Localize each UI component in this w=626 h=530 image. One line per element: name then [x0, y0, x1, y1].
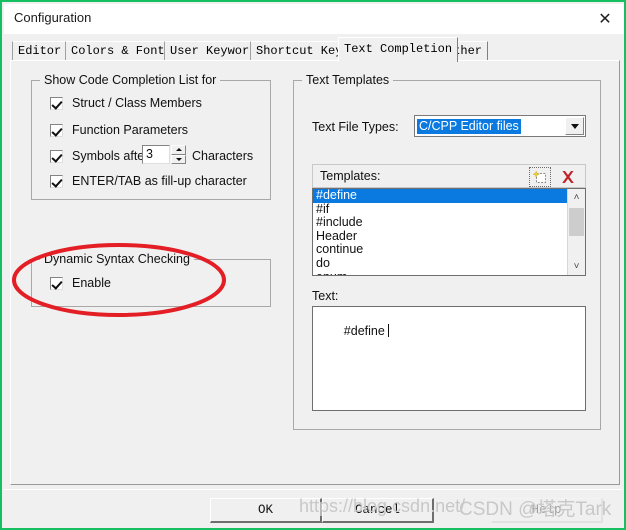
- dynamic-syntax-checking-group: Dynamic Syntax Checking Enable: [31, 252, 271, 307]
- checkbox-label: Struct / Class Members: [72, 96, 202, 110]
- chevron-up-icon: [175, 148, 182, 152]
- text-caret: [387, 324, 389, 337]
- stepper-buttons: [171, 145, 186, 164]
- templates-list-items: #define #if #include Header continue do …: [313, 189, 568, 275]
- tab-colors-fonts[interactable]: Colors & Fonts: [65, 41, 178, 61]
- text-label: Text:: [312, 289, 339, 303]
- checkbox-enable-syntax-checking[interactable]: Enable: [49, 275, 111, 291]
- tab-editor[interactable]: Editor: [12, 41, 68, 61]
- chevron-down-icon: [175, 157, 182, 161]
- text-file-types-select[interactable]: C/CPP Editor files: [414, 115, 586, 137]
- text-templates-legend: Text Templates: [302, 73, 394, 87]
- scroll-up-icon[interactable]: ˄: [568, 189, 585, 206]
- checkbox-struct-class-members[interactable]: Struct / Class Members: [49, 95, 202, 111]
- checkbox-label: ENTER/TAB as fill-up character: [72, 174, 247, 188]
- delete-template-icon[interactable]: [557, 167, 579, 187]
- checkbox-function-parameters[interactable]: Function Parameters: [49, 122, 189, 138]
- stepper-down-button[interactable]: [171, 154, 186, 164]
- list-item[interactable]: #define: [313, 189, 568, 203]
- template-text-editor[interactable]: #define: [312, 306, 586, 411]
- checkbox-box-icon[interactable]: [49, 148, 64, 164]
- tab-text-completion[interactable]: Text Completion: [338, 37, 459, 62]
- tab-strip: Editor Colors & Fonts User Keywords Shor…: [4, 34, 624, 62]
- characters-label: Characters: [192, 149, 254, 163]
- dynamic-syntax-checking-legend: Dynamic Syntax Checking: [40, 252, 194, 266]
- checkbox-symbols-after[interactable]: Symbols after: [49, 148, 149, 164]
- symbols-after-value[interactable]: 3: [142, 145, 170, 164]
- symbols-after-stepper[interactable]: 3: [142, 145, 186, 164]
- checkbox-label: Function Parameters: [72, 123, 189, 137]
- checkbox-enter-tab-fillup[interactable]: ENTER/TAB as fill-up character: [49, 173, 247, 189]
- scrollbar-thumb[interactable]: [569, 208, 584, 236]
- templates-label: Templates:: [320, 169, 381, 183]
- title-bar: Configuration ✕: [4, 4, 624, 34]
- text-file-types-label: Text File Types:: [312, 120, 399, 134]
- checkbox-label: Symbols after: [72, 149, 149, 163]
- new-template-icon[interactable]: [529, 167, 551, 187]
- list-item[interactable]: #include: [313, 216, 568, 230]
- list-item[interactable]: enum: [313, 270, 568, 275]
- template-text-value: #define: [343, 324, 385, 338]
- tab-page-text-completion: Show Code Completion List for Struct / C…: [10, 60, 620, 485]
- checkbox-box-icon[interactable]: [49, 95, 64, 111]
- templates-listbox[interactable]: #define #if #include Header continue do …: [312, 188, 586, 276]
- list-item[interactable]: Header: [313, 229, 568, 244]
- configuration-dialog: Configuration ✕ Editor Colors & Fonts Us…: [0, 0, 626, 530]
- window-title: Configuration: [14, 10, 92, 25]
- dialog-button-bar: OK Cancel Help: [4, 489, 622, 528]
- cancel-button[interactable]: Cancel: [322, 498, 434, 523]
- stepper-up-button[interactable]: [171, 145, 186, 155]
- scroll-down-icon[interactable]: ˅: [568, 258, 585, 275]
- ok-button[interactable]: OK: [210, 498, 322, 523]
- list-item[interactable]: #if: [313, 202, 568, 217]
- text-templates-group: Text Templates Text File Types: C/CPP Ed…: [293, 73, 601, 430]
- chevron-down-icon[interactable]: [565, 117, 584, 135]
- help-button[interactable]: Help: [491, 498, 603, 523]
- templates-toolbar: Templates:: [312, 164, 586, 188]
- show-code-completion-group: Show Code Completion List for Struct / C…: [31, 73, 271, 200]
- text-file-types-value: C/CPP Editor files: [417, 118, 521, 134]
- checkbox-label: Enable: [72, 276, 111, 290]
- checkbox-box-icon[interactable]: [49, 275, 64, 291]
- list-item[interactable]: continue: [313, 243, 568, 257]
- templates-scrollbar[interactable]: ˄ ˅: [567, 189, 585, 275]
- checkbox-box-icon[interactable]: [49, 173, 64, 189]
- checkbox-box-icon[interactable]: [49, 122, 64, 138]
- list-item[interactable]: do: [313, 256, 568, 271]
- show-code-completion-legend: Show Code Completion List for: [40, 73, 221, 87]
- close-icon[interactable]: ✕: [584, 4, 624, 34]
